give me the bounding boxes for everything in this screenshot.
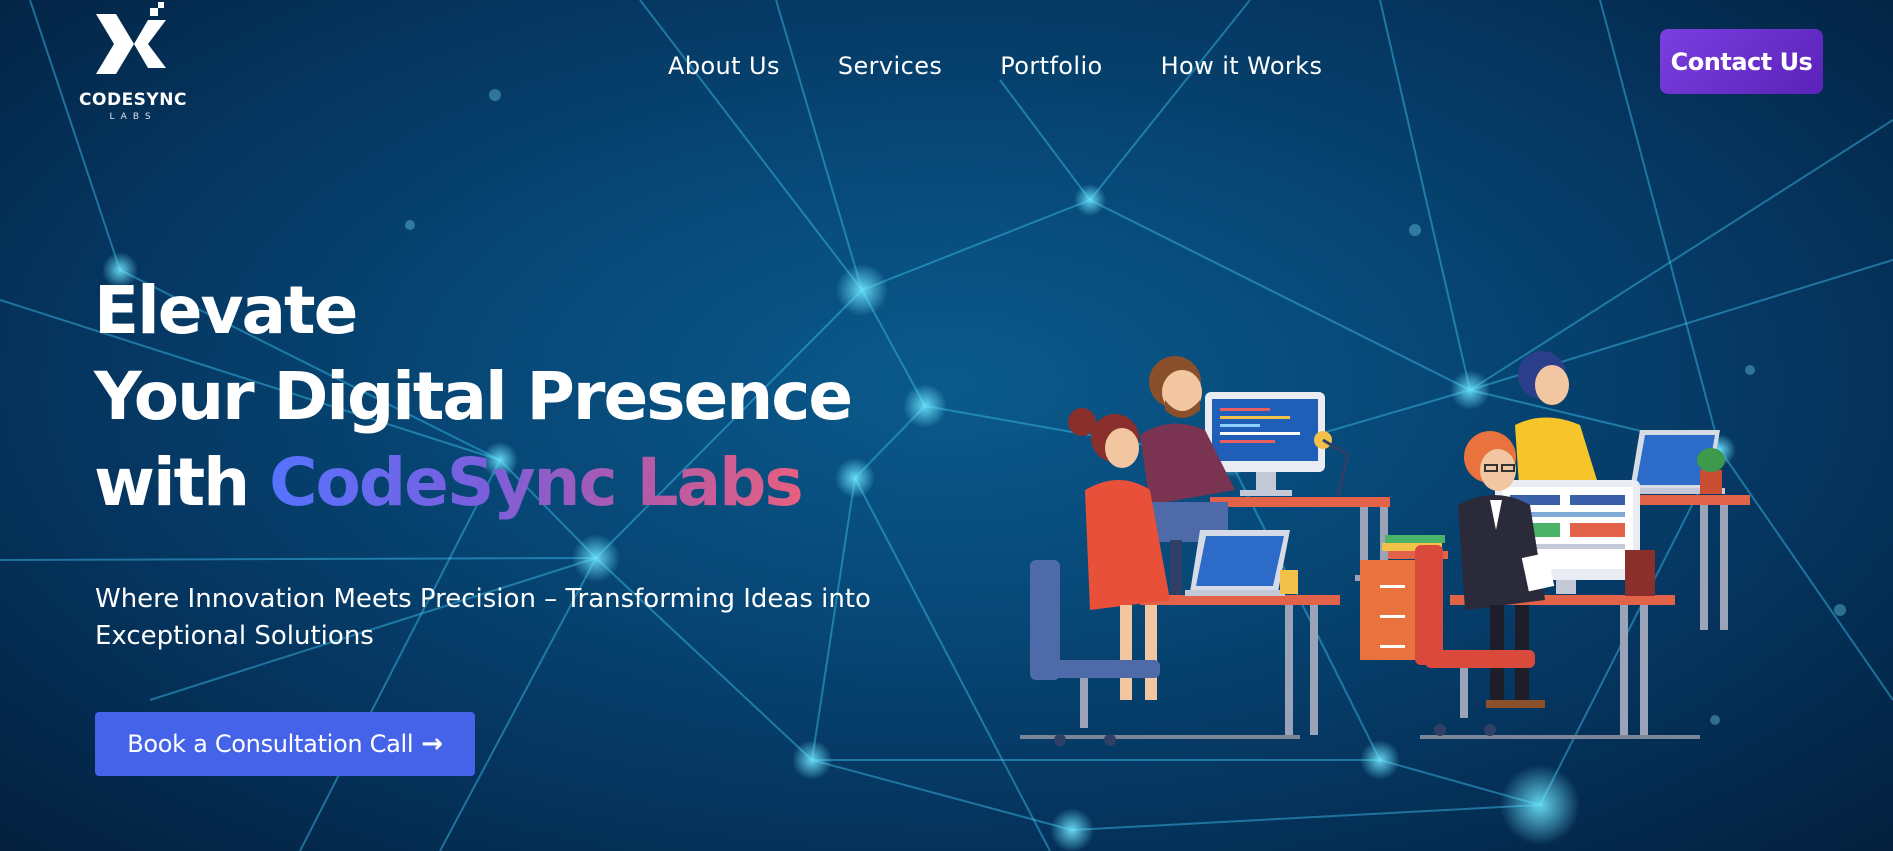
hero-title-prefix: with xyxy=(94,444,250,521)
developers-at-desks-illustration xyxy=(1020,351,1750,746)
hero-title-line-3: with CodeSync Labs xyxy=(94,440,851,526)
main-nav: About Us Services Portfolio How it Works xyxy=(668,52,1322,80)
hero-title-line-1: Elevate xyxy=(94,272,358,349)
nav-item-how-it-works[interactable]: How it Works xyxy=(1161,52,1323,80)
contact-us-button[interactable]: Contact Us xyxy=(1660,29,1823,94)
speaker-box xyxy=(1625,550,1655,596)
nav-item-about-us[interactable]: About Us xyxy=(668,52,780,80)
brand-name: CODESYNC xyxy=(79,90,187,110)
codesync-logo[interactable]: CODESYNC LABS xyxy=(78,2,188,122)
brand-tagline: LABS xyxy=(109,112,157,122)
hero-title-accent: CodeSync Labs xyxy=(269,444,804,521)
hero-subtitle: Where Innovation Meets Precision – Trans… xyxy=(95,584,871,651)
hero-title: Elevate Your Digital Presence with CodeS… xyxy=(94,268,853,526)
codesync-x-icon xyxy=(96,2,166,74)
plant-pot xyxy=(1697,448,1725,494)
nav-item-portfolio[interactable]: Portfolio xyxy=(1000,52,1102,80)
laptop-front-left xyxy=(1185,530,1298,596)
hero-title-line-2: Your Digital Presence xyxy=(94,358,853,435)
developer-yellow-shirt xyxy=(1515,351,1600,500)
nav-item-services[interactable]: Services xyxy=(838,52,942,80)
cta-label: Book a Consultation Call xyxy=(127,730,414,758)
book-consultation-button[interactable]: Book a Consultation Call → xyxy=(95,712,475,776)
arrow-right-icon: → xyxy=(421,729,443,759)
